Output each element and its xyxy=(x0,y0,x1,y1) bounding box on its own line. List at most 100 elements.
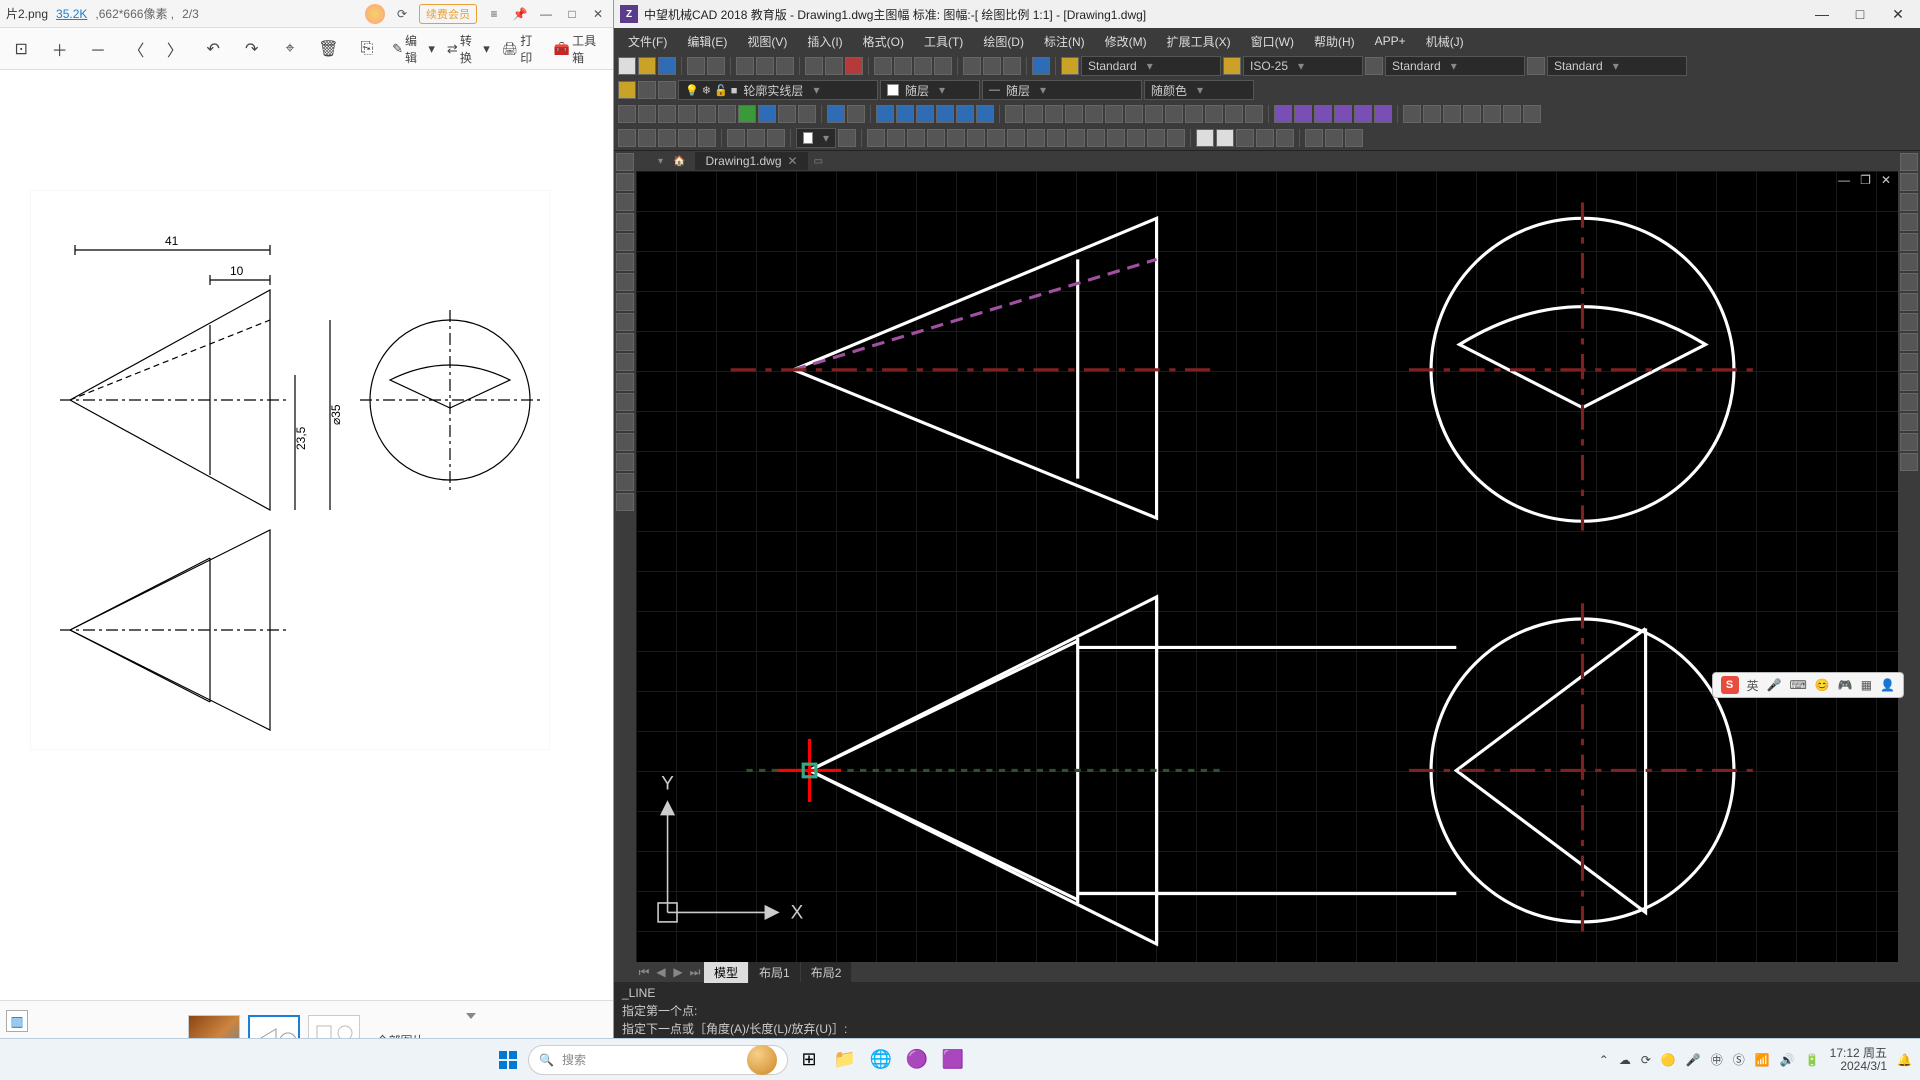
mod-6[interactable] xyxy=(967,129,985,147)
menu-tools[interactable]: 工具(T) xyxy=(914,29,973,54)
lt-rect[interactable] xyxy=(616,233,634,251)
tray-wifi-icon[interactable]: 📶 xyxy=(1755,1053,1770,1067)
redo-icon[interactable] xyxy=(825,57,843,75)
tool-f7[interactable] xyxy=(1523,105,1541,123)
tool-d3[interactable] xyxy=(1045,105,1063,123)
tray-volume-icon[interactable]: 🔊 xyxy=(1780,1053,1795,1067)
menu-draw[interactable]: 绘图(D) xyxy=(973,29,1034,54)
mod-3[interactable] xyxy=(907,129,925,147)
ime-mic-icon[interactable]: 🎤 xyxy=(1767,678,1782,692)
pin-icon[interactable]: 📌 xyxy=(511,5,529,23)
menu-app[interactable]: APP+ xyxy=(1365,30,1416,52)
cut-icon[interactable] xyxy=(736,57,754,75)
tool-c4[interactable] xyxy=(936,105,954,123)
menu-help[interactable]: 帮助(H) xyxy=(1304,29,1365,54)
draw-pline-icon[interactable] xyxy=(638,129,656,147)
mod-8[interactable] xyxy=(1007,129,1025,147)
ime-emoji-icon[interactable]: 😊 xyxy=(1815,678,1830,692)
tool-e3[interactable] xyxy=(1314,105,1332,123)
ann-3[interactable] xyxy=(1345,129,1363,147)
mod-1[interactable] xyxy=(867,129,885,147)
save-icon[interactable] xyxy=(658,57,676,75)
lineweight-combo[interactable]: 随颜色▾ xyxy=(1144,80,1254,100)
dim-style-icon[interactable] xyxy=(1223,57,1241,75)
tool-c2[interactable] xyxy=(896,105,914,123)
zoom-ext-icon[interactable] xyxy=(934,57,952,75)
view-2[interactable] xyxy=(1216,129,1234,147)
lt-text[interactable] xyxy=(616,493,634,511)
tool-c3[interactable] xyxy=(916,105,934,123)
ortho-icon[interactable] xyxy=(983,57,1001,75)
mod-16[interactable] xyxy=(1167,129,1185,147)
rt-6[interactable] xyxy=(1900,253,1918,271)
tool-a4[interactable] xyxy=(678,105,696,123)
cad-maximize-button[interactable]: □ xyxy=(1844,2,1876,26)
lt-xline[interactable] xyxy=(616,173,634,191)
menu-modify[interactable]: 修改(M) xyxy=(1095,29,1157,54)
viewer-canvas[interactable]: 41 10 23,5 ⌀35 xyxy=(0,70,613,1000)
cad-close-button[interactable]: ✕ xyxy=(1882,2,1914,26)
text-style-icon[interactable] xyxy=(1061,57,1079,75)
print-icon[interactable] xyxy=(687,57,705,75)
taskbar-clock[interactable]: 17:12 周五 2024/3/1 xyxy=(1830,1047,1887,1073)
edge-icon[interactable]: 🌐 xyxy=(866,1045,896,1075)
cad-minimize-button[interactable]: — xyxy=(1806,2,1838,26)
edit-button[interactable]: ✎ 编辑 ▾ xyxy=(392,35,435,63)
linetype-combo[interactable]: — 随层▾ xyxy=(982,80,1142,100)
layout-prev[interactable]: ◀ xyxy=(653,965,669,979)
view-3[interactable] xyxy=(1236,129,1254,147)
lt-arc[interactable] xyxy=(616,253,634,271)
mod-14[interactable] xyxy=(1127,129,1145,147)
tool-b1[interactable] xyxy=(827,105,845,123)
tool-d8[interactable] xyxy=(1145,105,1163,123)
draw-ray-icon[interactable] xyxy=(678,129,696,147)
prev-icon[interactable]: 〈 xyxy=(123,35,149,63)
menu-view[interactable]: 视图(V) xyxy=(737,29,797,54)
close-button[interactable]: ✕ xyxy=(589,5,607,23)
draw-arc-icon[interactable] xyxy=(747,129,765,147)
draw-ellipse-icon[interactable] xyxy=(767,129,785,147)
rt-10[interactable] xyxy=(1900,333,1918,351)
lt-ellipse[interactable] xyxy=(616,313,634,331)
tool-a9[interactable] xyxy=(778,105,796,123)
ime-kbd-icon[interactable]: ⌨ xyxy=(1789,678,1806,692)
tray-qq-icon[interactable]: 🟡 xyxy=(1661,1053,1676,1067)
tool-f6[interactable] xyxy=(1503,105,1521,123)
lt-hatch[interactable] xyxy=(616,413,634,431)
menu-window[interactable]: 窗口(W) xyxy=(1241,29,1304,54)
ann-2[interactable] xyxy=(1325,129,1343,147)
zoom-icon[interactable] xyxy=(894,57,912,75)
sync-icon[interactable]: ⟳ xyxy=(393,5,411,23)
tool-d11[interactable] xyxy=(1205,105,1223,123)
zoom-in-icon[interactable]: ＋ xyxy=(46,35,72,63)
lt-spline[interactable] xyxy=(616,293,634,311)
rt-9[interactable] xyxy=(1900,313,1918,331)
cad-canvas[interactable]: — ❐ ✕ xyxy=(636,171,1898,962)
rotate-left-icon[interactable]: ↶ xyxy=(200,35,226,63)
lt-block[interactable] xyxy=(616,373,634,391)
rt-7[interactable] xyxy=(1900,273,1918,291)
snap-icon[interactable] xyxy=(1003,57,1021,75)
cursor-icon[interactable]: ⌖ xyxy=(277,35,303,63)
zoom-win-icon[interactable] xyxy=(914,57,932,75)
tool-d13[interactable] xyxy=(1245,105,1263,123)
menu-file[interactable]: 文件(F) xyxy=(618,29,677,54)
layout-2[interactable]: 布局2 xyxy=(801,962,852,983)
mod-10[interactable] xyxy=(1047,129,1065,147)
mod-7[interactable] xyxy=(987,129,1005,147)
layout-model[interactable]: 模型 xyxy=(704,962,748,983)
lt-ellipsearc[interactable] xyxy=(616,333,634,351)
mod-5[interactable] xyxy=(947,129,965,147)
mod-9[interactable] xyxy=(1027,129,1045,147)
hamburger-icon[interactable]: ≡ xyxy=(485,5,503,23)
tool-e4[interactable] xyxy=(1334,105,1352,123)
view-4[interactable] xyxy=(1256,129,1274,147)
tray-notif-icon[interactable]: 🔔 xyxy=(1897,1053,1912,1067)
tray-cloud-icon[interactable]: ☁ xyxy=(1619,1053,1631,1067)
ann-1[interactable] xyxy=(1305,129,1323,147)
layer-freeze-icon[interactable] xyxy=(638,81,656,99)
lt-point[interactable] xyxy=(616,393,634,411)
tool-c5[interactable] xyxy=(956,105,974,123)
rt-11[interactable] xyxy=(1900,353,1918,371)
tool-d2[interactable] xyxy=(1025,105,1043,123)
